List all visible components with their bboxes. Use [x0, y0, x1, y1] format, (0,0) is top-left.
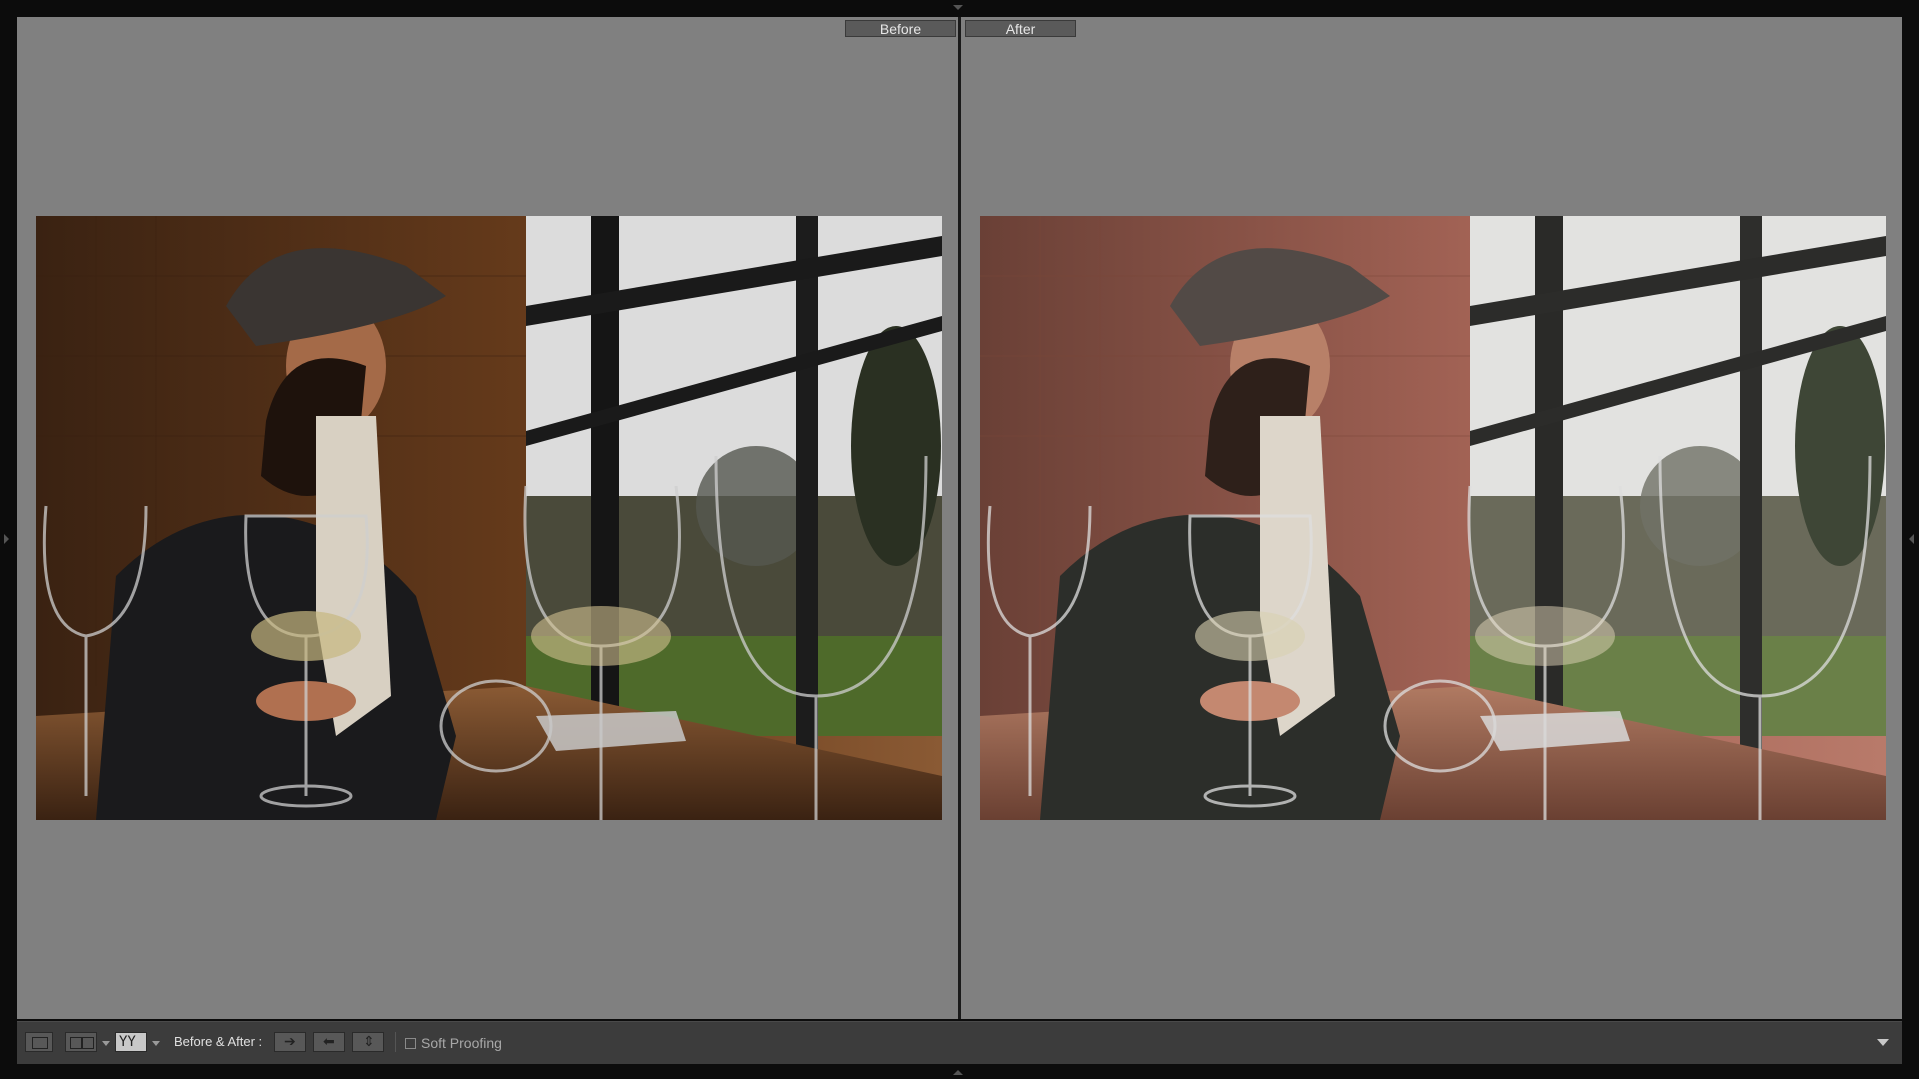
before-label: Before: [845, 20, 956, 37]
after-photo[interactable]: [980, 216, 1886, 820]
compare-view-dropdown-icon[interactable]: [102, 1041, 110, 1046]
toolbar-separator: [395, 1032, 396, 1052]
toolbar: YY Before & After : ➔ ⬅ ⇕ Soft Proofing: [17, 1021, 1902, 1064]
copy-after-to-before-icon: ⬅: [323, 1033, 335, 1049]
compare-view-button[interactable]: [65, 1032, 97, 1052]
swap-before-after-button[interactable]: ⇕: [352, 1032, 384, 1052]
compare-view-icon-part: [82, 1037, 94, 1049]
before-photo[interactable]: [36, 216, 942, 820]
top-panel-toggle-icon[interactable]: [953, 5, 963, 10]
loupe-view-button[interactable]: [25, 1032, 53, 1052]
toolbar-content-menu-icon[interactable]: [1877, 1039, 1889, 1046]
right-panel-toggle-icon[interactable]: [1909, 534, 1914, 544]
soft-proofing-checkbox[interactable]: [405, 1038, 416, 1049]
swap-before-after-icon: ⇕: [363, 1033, 375, 1049]
before-after-dropdown-icon[interactable]: [152, 1041, 160, 1046]
left-panel-toggle-icon[interactable]: [4, 534, 9, 544]
loupe-view-icon: [32, 1037, 48, 1049]
before-after-view-button[interactable]: YY: [115, 1032, 147, 1052]
copy-before-to-after-button[interactable]: ➔: [274, 1032, 306, 1052]
compare-divider: [958, 17, 961, 1019]
compare-view-icon: [70, 1037, 82, 1049]
soft-proofing-label[interactable]: Soft Proofing: [421, 1035, 502, 1051]
copy-before-to-after-icon: ➔: [284, 1033, 296, 1049]
after-label: After: [965, 20, 1076, 37]
copy-after-to-before-button[interactable]: ⬅: [313, 1032, 345, 1052]
before-after-label: Before & After :: [174, 1034, 263, 1049]
bottom-panel-toggle-icon[interactable]: [953, 1070, 963, 1075]
before-after-view-icon: YY: [119, 1034, 136, 1050]
